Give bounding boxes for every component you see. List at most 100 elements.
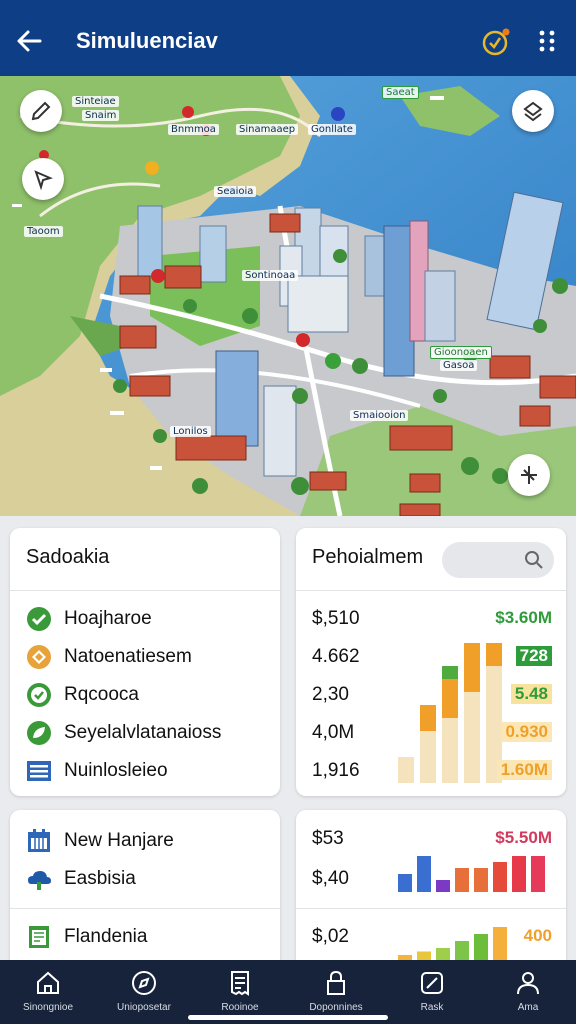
- list-item-label: Natoenatiesem: [64, 646, 192, 667]
- chart-line-icon: [421, 972, 443, 994]
- home-indicator: [188, 1015, 388, 1020]
- lock-icon: [327, 970, 345, 995]
- nav-item-analytics[interactable]: Rask: [384, 968, 480, 1013]
- list-item[interactable]: Easbisia: [26, 866, 136, 892]
- chart-bar-segment: [464, 692, 480, 783]
- home-icon: [37, 971, 59, 994]
- nav-item-security[interactable]: Doponnines: [288, 968, 384, 1013]
- bar-label: $3.60M: [495, 608, 552, 627]
- nav-item-profile[interactable]: Ama: [480, 968, 576, 1013]
- divider: [296, 590, 566, 591]
- navigation-arrow-icon: [34, 170, 53, 190]
- divider: [10, 590, 280, 591]
- search-input[interactable]: [442, 542, 554, 578]
- bar-label: 400: [523, 926, 552, 945]
- metric-value: $,40: [312, 868, 349, 889]
- map-label[interactable]: Taoom: [24, 226, 63, 237]
- leaf-badge-icon: [26, 720, 52, 746]
- map-label[interactable]: Seaioia: [214, 186, 257, 197]
- nav-item-label: Ama: [517, 1002, 539, 1013]
- card-revenue: $53 $,40 $,02 $5.50M 400: [296, 810, 566, 970]
- map-label[interactable]: Sinamaaep: [236, 124, 299, 135]
- chart-bar: [455, 868, 469, 892]
- map-label[interactable]: Snaim: [82, 110, 120, 121]
- receipt-icon: [231, 971, 249, 996]
- city-map[interactable]: Sinteiae Snaim Bnmmoa Sinamaaep Gonllate…: [0, 76, 576, 516]
- chart-bar-segment: [420, 705, 436, 731]
- compass-icon: [521, 466, 537, 484]
- list-item[interactable]: Rqcooca: [26, 682, 139, 708]
- metric-value: 4,0M: [312, 722, 355, 743]
- cloud-icon: [26, 866, 52, 892]
- map-label[interactable]: Saeat: [382, 86, 419, 99]
- card-title: Pehoialmem: [312, 546, 424, 568]
- nav-item-label: Rask: [420, 1002, 444, 1013]
- map-label[interactable]: Sinteiae: [72, 96, 119, 107]
- chart-bar-segment: [398, 757, 414, 783]
- metric-value: $,510: [312, 608, 360, 629]
- metric-value: 4.662: [312, 646, 360, 667]
- chart-bar-segment: [486, 643, 502, 666]
- chart-bar-segment: [442, 718, 458, 783]
- calendar-icon: [26, 828, 52, 854]
- metric-value: 2,30: [312, 684, 349, 705]
- map-label[interactable]: Gioonoaen: [430, 346, 492, 359]
- card-news-list: New Hanjare Easbisia Flandenia: [10, 810, 280, 970]
- list-item-label: New Hanjare: [64, 830, 174, 851]
- bar-label: $5.50M: [495, 828, 552, 847]
- bar-label: 0.930: [501, 722, 552, 742]
- map-label[interactable]: Smaiooion: [350, 410, 409, 421]
- map-label[interactable]: Bnmmoa: [168, 124, 219, 135]
- navigate-button[interactable]: [22, 158, 64, 200]
- nav-item-explore[interactable]: Unioposetar: [96, 968, 192, 1013]
- revenue-bar-chart: [398, 856, 545, 892]
- card-status-list: Sadoakia Hoajharoe Natoenatiesem Rqcooca…: [10, 528, 280, 796]
- metric-value: $53: [312, 828, 344, 849]
- draw-tool-button[interactable]: [20, 90, 62, 132]
- list-item-label: Hoajharoe: [64, 608, 152, 629]
- more-vertical-icon[interactable]: [532, 26, 562, 56]
- chart-bar: [436, 880, 450, 892]
- chart-bar: [493, 862, 507, 892]
- map-label[interactable]: Lonilos: [170, 426, 211, 437]
- user-icon: [517, 972, 539, 995]
- chart-bar-segment: [442, 679, 458, 718]
- divider: [10, 908, 280, 909]
- list-item-label: Seyelalvlatanaioss: [64, 722, 222, 743]
- nav-item-home[interactable]: Sinongnioe: [0, 968, 96, 1013]
- chart-bar-segment: [420, 731, 436, 783]
- list-item[interactable]: Natoenatiesem: [26, 644, 192, 670]
- list-item-label: Nuinlosleieo: [64, 760, 168, 781]
- metric-value: $,02: [312, 926, 349, 947]
- map-label[interactable]: Sontinoaa: [242, 270, 299, 281]
- map-label[interactable]: Gasoa: [440, 360, 478, 371]
- chart-bar: [474, 868, 488, 892]
- chart-bar-segment: [464, 643, 480, 692]
- chart-bar: [417, 856, 431, 892]
- list-item[interactable]: New Hanjare: [26, 828, 174, 854]
- compass-icon: [132, 971, 156, 995]
- page-title: Simuluenciav: [76, 28, 218, 53]
- nav-item-label: Sinongnioe: [22, 1002, 74, 1013]
- metric-value: 1,916: [312, 760, 360, 781]
- compass-button[interactable]: [508, 454, 550, 496]
- map-illustration: [0, 76, 576, 516]
- search-icon: [525, 551, 543, 569]
- map-label[interactable]: Gonllate: [308, 124, 356, 135]
- list-item-label: Easbisia: [64, 868, 136, 889]
- list-item[interactable]: Hoajharoe: [26, 606, 152, 632]
- layers-button[interactable]: [512, 90, 554, 132]
- list-item[interactable]: Flandenia: [26, 924, 147, 950]
- chart-bar: [531, 856, 545, 892]
- arrow-left-icon[interactable]: [14, 26, 44, 56]
- card-performance: Pehoialmem $,510 4.662 2,30 4,0M 1,916 $…: [296, 528, 566, 796]
- bar-label: 5.48: [510, 684, 552, 704]
- growth-bar-chart: [398, 927, 507, 962]
- list-item[interactable]: Nuinlosleieo: [26, 758, 168, 784]
- pencil-icon: [31, 101, 51, 121]
- nav-item-reports[interactable]: Rooinoe: [192, 968, 288, 1013]
- document-icon: [26, 924, 52, 950]
- list-item[interactable]: Seyelalvlatanaioss: [26, 720, 221, 746]
- chart-bar: [512, 856, 526, 892]
- stopwatch-icon[interactable]: [480, 26, 512, 58]
